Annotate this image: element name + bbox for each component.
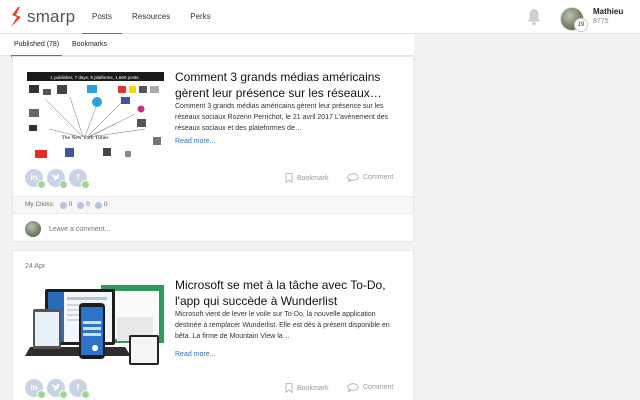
post-date: 24 Apr bbox=[25, 263, 46, 270]
bookmark-button[interactable]: Bookmark bbox=[285, 173, 329, 183]
user-points: 8775 bbox=[593, 18, 609, 25]
read-more-link[interactable]: Read more... bbox=[175, 138, 215, 145]
linkedin-icon[interactable]: in bbox=[25, 379, 46, 399]
facebook-clicks: 0 bbox=[103, 201, 108, 208]
comment-composer bbox=[13, 217, 413, 241]
post-title[interactable]: Comment 3 grands médias américains gèren… bbox=[175, 69, 403, 101]
comment-input[interactable] bbox=[49, 225, 249, 233]
linkedin-icon[interactable]: in bbox=[25, 169, 46, 189]
comment-button[interactable]: Comment bbox=[347, 383, 393, 392]
nav-perks[interactable]: Perks bbox=[180, 0, 220, 34]
share-buttons: in f bbox=[25, 169, 91, 189]
brand-logo[interactable]: smarp bbox=[8, 6, 75, 28]
facebook-icon[interactable]: f bbox=[69, 169, 90, 189]
tab-published[interactable]: Published (78) bbox=[10, 34, 63, 57]
post-card: 1 publisher, 7 days, 9 platforms, 1,660 … bbox=[12, 56, 414, 242]
post-card: 24 Apr Microsoft se met à la tâche avec … bbox=[12, 250, 414, 400]
post-thumbnail[interactable] bbox=[25, 281, 166, 372]
share-buttons: in f bbox=[25, 379, 91, 399]
bookmark-icon bbox=[285, 173, 293, 183]
twitter-clicks: 0 bbox=[86, 201, 90, 208]
comment-icon bbox=[347, 383, 359, 392]
read-more-link[interactable]: Read more... bbox=[175, 351, 215, 358]
avatar bbox=[25, 221, 41, 237]
clicks-label: My Clicks: bbox=[25, 201, 55, 208]
nav-posts[interactable]: Posts bbox=[82, 0, 123, 35]
infographic-image: 1 publisher, 7 days, 9 platforms, 1,660 … bbox=[25, 69, 166, 160]
user-name: Mathieu bbox=[593, 7, 624, 16]
nav-resources[interactable]: Resources bbox=[122, 0, 180, 34]
logo-icon bbox=[11, 7, 21, 27]
linkedin-clicks: 0 bbox=[68, 201, 73, 208]
bell-icon[interactable] bbox=[526, 8, 542, 26]
bookmark-label: Bookmark bbox=[297, 174, 329, 182]
post-excerpt: Comment 3 grands médias américains gèren… bbox=[175, 103, 389, 132]
todo-app-image bbox=[25, 281, 166, 372]
main-nav: Posts Resources Perks bbox=[82, 0, 221, 35]
infographic-caption: 1 publisher, 7 days, 9 platforms, 1,660 … bbox=[50, 75, 139, 80]
level-badge: 19 bbox=[574, 18, 588, 32]
post-excerpt: Microsoft vient de lever le voile sur To… bbox=[175, 311, 390, 340]
user-menu[interactable]: 19 Mathieu 8775 bbox=[560, 5, 640, 32]
top-bar: smarp Posts Resources Perks 19 Mathieu 8… bbox=[0, 0, 640, 35]
bookmark-label: Bookmark bbox=[297, 384, 329, 392]
comment-icon bbox=[347, 173, 359, 182]
comment-button[interactable]: Comment bbox=[347, 173, 393, 182]
twitter-icon bbox=[77, 201, 85, 209]
facebook-icon bbox=[94, 201, 102, 209]
comment-label: Comment bbox=[363, 384, 394, 391]
twitter-icon[interactable] bbox=[47, 379, 68, 399]
linkedin-icon bbox=[59, 201, 67, 209]
my-clicks: My Clicks: 0 0 0 bbox=[13, 196, 413, 214]
sub-tabs: Published (78) Bookmarks bbox=[0, 34, 414, 57]
post-title[interactable]: Microsoft se met à la tâche avec To-Do, … bbox=[175, 277, 403, 309]
tab-bookmarks[interactable]: Bookmarks bbox=[72, 34, 107, 56]
brand-name: smarp bbox=[27, 7, 76, 26]
infographic-logo: The New York Times bbox=[61, 135, 108, 141]
comment-label: Comment bbox=[363, 174, 394, 181]
post-thumbnail[interactable]: 1 publisher, 7 days, 9 platforms, 1,660 … bbox=[25, 69, 166, 160]
twitter-icon[interactable] bbox=[47, 169, 68, 189]
bookmark-icon bbox=[285, 383, 293, 393]
facebook-icon[interactable]: f bbox=[69, 379, 90, 399]
bookmark-button[interactable]: Bookmark bbox=[285, 383, 329, 393]
